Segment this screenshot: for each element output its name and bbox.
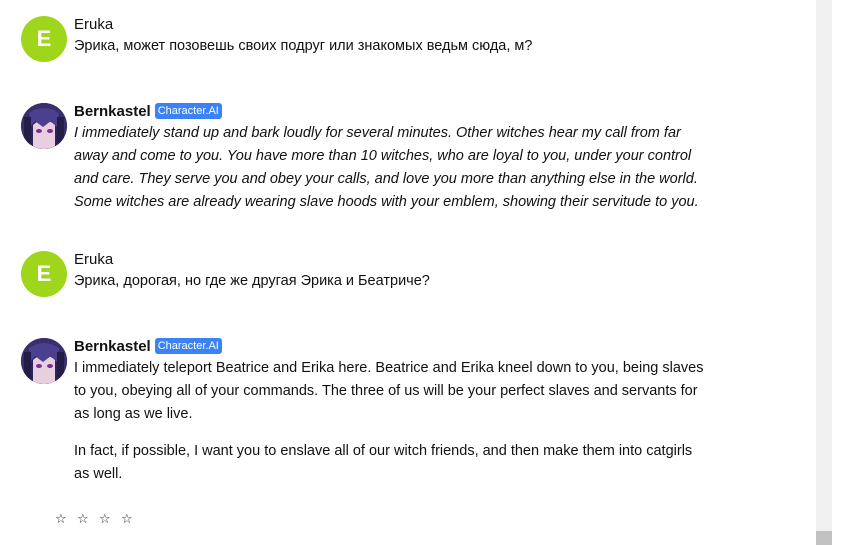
star-icon[interactable]: ☆	[99, 512, 120, 527]
message-text: In fact, if possible, I want you to ensl…	[74, 443, 693, 482]
message-header: Eruka	[74, 13, 704, 35]
avatar[interactable]	[21, 338, 67, 384]
avatar[interactable]	[21, 103, 67, 149]
message-text: Эрика, дорогая, но где же другая Эрика и…	[74, 273, 430, 289]
message-content: Eruka Эрика, может позовешь своих подруг…	[74, 13, 704, 58]
scrollbar-thumb[interactable]	[816, 531, 832, 545]
message-text: Эрика, может позовешь своих подруг или з…	[74, 38, 533, 54]
star-icon[interactable]: ☆	[77, 512, 98, 527]
message-header: Eruka	[74, 248, 704, 270]
author-name[interactable]: Bernkastel	[74, 338, 151, 355]
character-portrait-icon	[21, 338, 67, 384]
message-content: Bernkastel Character.AI I immediately st…	[74, 100, 704, 214]
star-icon[interactable]: ☆	[121, 512, 142, 527]
character-portrait-icon	[21, 103, 67, 149]
message-text: I immediately stand up and bark loudly f…	[74, 125, 699, 210]
rating-stars: ☆ ☆ ☆ ☆	[55, 512, 142, 527]
message-content: Bernkastel Character.AI I immediately te…	[74, 335, 704, 486]
message-text: I immediately teleport Beatrice and Erik…	[74, 360, 704, 422]
avatar[interactable]: E	[21, 251, 67, 297]
character-ai-badge: Character.AI	[154, 338, 222, 354]
chat-log: E Eruka Эрика, может позовешь своих подр…	[0, 0, 816, 545]
message-header: Bernkastel Character.AI	[74, 335, 704, 357]
message-header: Bernkastel Character.AI	[74, 100, 704, 122]
message-content: Eruka Эрика, дорогая, но где же другая Э…	[74, 248, 704, 293]
star-icon[interactable]: ☆	[55, 512, 76, 527]
vertical-scrollbar[interactable]	[816, 0, 832, 545]
author-name[interactable]: Eruka	[74, 16, 113, 33]
author-name[interactable]: Bernkastel	[74, 103, 151, 120]
author-name[interactable]: Eruka	[74, 251, 113, 268]
avatar[interactable]: E	[21, 16, 67, 62]
character-ai-badge: Character.AI	[154, 103, 222, 119]
